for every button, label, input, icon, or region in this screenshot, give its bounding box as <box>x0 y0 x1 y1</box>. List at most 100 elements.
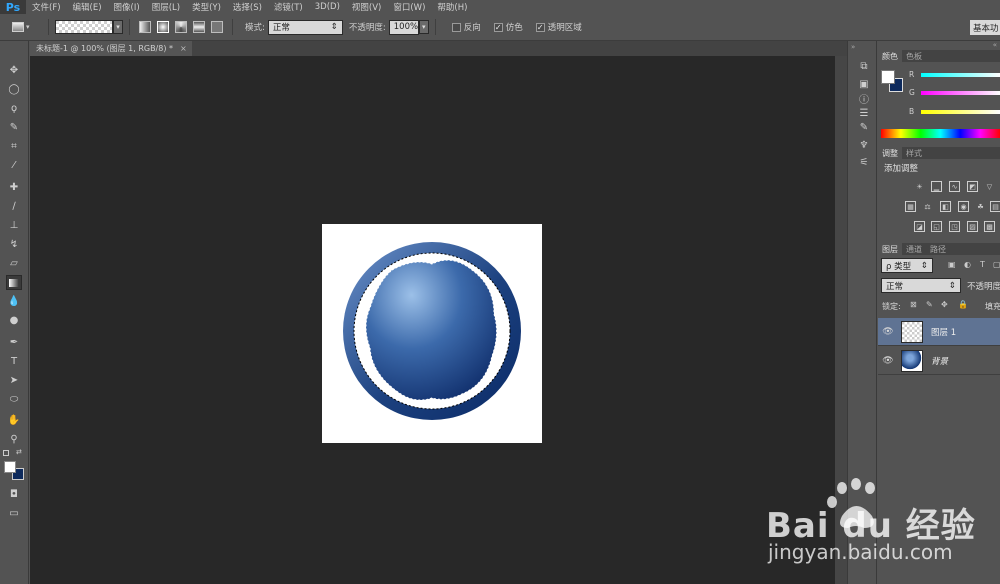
info-panel-icon[interactable]: ⓘ <box>856 91 872 106</box>
radial-gradient-button[interactable] <box>157 21 169 33</box>
collapse-arrows-icon[interactable]: » <box>851 43 855 51</box>
panel-foreground-color[interactable] <box>881 70 895 84</box>
color-spectrum-bar[interactable] <box>881 129 1000 138</box>
tab-color[interactable]: 颜色 <box>878 50 902 62</box>
blend-mode-select[interactable]: 正常 ⇕ <box>881 278 961 293</box>
document-canvas[interactable] <box>322 224 542 443</box>
menu-select[interactable]: 选择(S) <box>227 1 268 13</box>
actions-panel-icon[interactable]: ▣ <box>856 77 872 91</box>
menu-layer[interactable]: 图层(L) <box>146 1 186 13</box>
brush-panel-icon[interactable]: ✎ <box>856 120 872 134</box>
screen-mode-icon[interactable]: ▭ <box>6 506 22 521</box>
b-slider[interactable] <box>921 110 1000 114</box>
filter-type-icon[interactable]: T <box>980 260 985 269</box>
gradient-picker[interactable] <box>55 20 113 34</box>
document-tab[interactable]: 未标题-1 @ 100% (图层 1, RGB/8) * × <box>30 41 192 56</box>
default-colors-icon[interactable] <box>3 450 9 456</box>
marquee-tool-icon[interactable]: ◯ <box>6 82 22 97</box>
collapse-arrows-icon[interactable]: « <box>993 41 997 49</box>
brightness-icon[interactable]: ☀ <box>914 181 925 192</box>
menu-3d[interactable]: 3D(D) <box>309 2 346 12</box>
menu-image[interactable]: 图像(I) <box>108 1 146 13</box>
lock-all-icon[interactable]: 🔒 <box>958 300 968 309</box>
invert-icon[interactable]: ◪ <box>914 221 925 232</box>
tab-swatches[interactable]: 色板 <box>902 50 926 62</box>
eye-icon[interactable]: 👁 <box>882 356 894 366</box>
quick-mask-icon[interactable]: ◘ <box>6 487 22 502</box>
lock-transparent-icon[interactable]: ⊠ <box>910 300 917 309</box>
gradient-map-icon[interactable]: ▩ <box>984 221 995 232</box>
history-brush-tool-icon[interactable]: ↯ <box>6 237 22 252</box>
move-tool-icon[interactable]: ✥ <box>6 63 22 78</box>
menu-view[interactable]: 视图(V) <box>346 1 387 13</box>
gradient-tool-icon[interactable] <box>6 275 22 290</box>
pen-tool-icon[interactable]: ✒ <box>6 335 22 350</box>
mode-select[interactable]: 正常 ⇕ <box>267 19 343 35</box>
brush-presets-panel-icon[interactable]: ♆ <box>856 138 872 152</box>
zoom-tool-icon[interactable]: ⚲ <box>6 432 22 447</box>
hue-saturation-icon[interactable]: ▦ <box>905 201 916 212</box>
layer-row-1[interactable]: 👁 图层 1 <box>878 318 1000 346</box>
brush-tool-icon[interactable]: ∕ <box>6 199 22 214</box>
tool-preset-picker[interactable]: ▾ <box>12 18 42 36</box>
menu-window[interactable]: 窗口(W) <box>387 1 431 13</box>
tab-channels[interactable]: 通道 <box>902 243 926 255</box>
gradient-dropdown-button[interactable]: ▾ <box>113 20 123 34</box>
clone-source-panel-icon[interactable]: ⚟ <box>856 155 872 169</box>
blur-tool-icon[interactable]: 💧 <box>6 294 22 309</box>
black-white-icon[interactable]: ◧ <box>940 201 951 212</box>
workspace-switcher[interactable]: 基本功 <box>970 20 1000 35</box>
vibrance-icon[interactable]: ▽ <box>984 181 995 192</box>
path-select-tool-icon[interactable]: ➤ <box>6 373 22 388</box>
posterize-icon[interactable]: ◱ <box>931 221 942 232</box>
lock-position-icon[interactable]: ✥ <box>941 300 948 309</box>
reverse-checkbox[interactable] <box>451 22 461 32</box>
diamond-gradient-button[interactable] <box>211 21 223 33</box>
swap-colors-icon[interactable]: ⇄ <box>16 448 22 456</box>
color-lookup-icon[interactable]: ▤ <box>990 201 1000 212</box>
lasso-tool-icon[interactable]: ϙ <box>6 101 22 116</box>
menu-file[interactable]: 文件(F) <box>26 1 67 13</box>
exposure-icon[interactable]: ◩ <box>967 181 978 192</box>
crop-tool-icon[interactable]: ⌗ <box>6 139 22 154</box>
color-balance-icon[interactable]: ⚖ <box>922 201 933 212</box>
tab-paths[interactable]: 路径 <box>926 243 950 255</box>
threshold-icon[interactable]: ◳ <box>949 221 960 232</box>
g-slider[interactable] <box>921 91 1000 95</box>
photo-filter-icon[interactable]: ◉ <box>958 201 969 212</box>
r-slider[interactable] <box>921 73 1000 77</box>
tab-styles[interactable]: 样式 <box>902 147 926 159</box>
curves-icon[interactable]: ∿ <box>949 181 960 192</box>
foreground-color-swatch[interactable] <box>4 461 16 473</box>
eyedropper-tool-icon[interactable]: ⁄ <box>6 158 22 173</box>
quick-select-tool-icon[interactable]: ✎ <box>6 120 22 135</box>
type-tool-icon[interactable]: T <box>6 354 22 369</box>
clone-stamp-tool-icon[interactable]: ⊥ <box>6 218 22 233</box>
menu-type[interactable]: 类型(Y) <box>186 1 227 13</box>
opacity-field[interactable]: 100% <box>388 19 419 35</box>
dodge-tool-icon[interactable]: ● <box>6 313 22 328</box>
properties-panel-icon[interactable]: ☰ <box>856 106 872 120</box>
selective-color-icon[interactable]: ▨ <box>967 221 978 232</box>
menu-help[interactable]: 帮助(H) <box>431 1 473 13</box>
tab-adjustments[interactable]: 调整 <box>878 147 902 159</box>
hand-tool-icon[interactable]: ✋ <box>6 413 22 428</box>
opacity-dropdown-button[interactable]: ▾ <box>418 20 429 34</box>
filter-pixel-icon[interactable]: ▣ <box>948 260 956 269</box>
reflected-gradient-button[interactable] <box>193 21 205 33</box>
menu-filter[interactable]: 滤镜(T) <box>268 1 309 13</box>
filter-shape-icon[interactable]: ▢ <box>993 260 1000 269</box>
menu-edit[interactable]: 编辑(E) <box>67 1 108 13</box>
healing-brush-tool-icon[interactable]: ✚ <box>6 180 22 195</box>
filter-adjust-icon[interactable]: ◐ <box>964 260 971 269</box>
eraser-tool-icon[interactable]: ▱ <box>6 256 22 271</box>
transparency-checkbox[interactable]: ✓ <box>535 22 545 32</box>
channel-mixer-icon[interactable]: ☘ <box>975 201 986 212</box>
canvas-area[interactable] <box>30 56 835 584</box>
eye-icon[interactable]: 👁 <box>882 327 894 337</box>
tab-layers[interactable]: 图层 <box>878 243 902 255</box>
angle-gradient-button[interactable] <box>175 21 187 33</box>
shape-tool-icon[interactable]: ⬭ <box>6 392 22 407</box>
layer-filter-select[interactable]: ρ 类型 ⇕ <box>881 258 933 273</box>
levels-icon[interactable]: ▁ <box>931 181 942 192</box>
